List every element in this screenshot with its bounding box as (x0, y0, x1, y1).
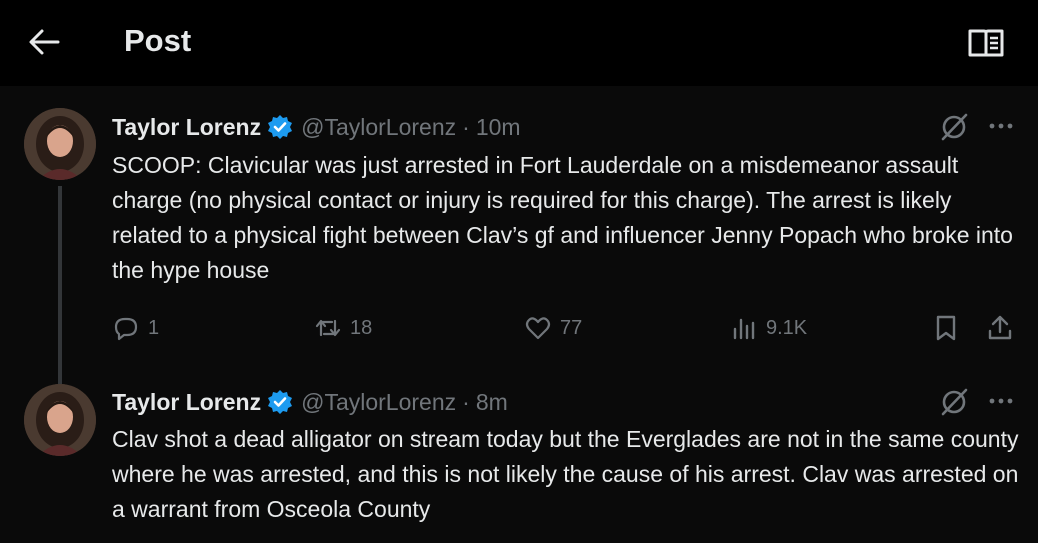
reader-mode-button[interactable] (966, 26, 1006, 60)
bookmark-button[interactable] (932, 308, 960, 348)
profile-photo (24, 384, 96, 456)
tweet-header: Taylor Lorenz @TaylorLorenz · 8m (112, 385, 508, 419)
share-icon (988, 315, 1012, 340)
like-button[interactable]: 77 (524, 308, 582, 348)
reply-icon (114, 317, 138, 341)
avatar[interactable] (24, 384, 96, 456)
analytics-icon (733, 318, 755, 340)
profile-photo (24, 108, 96, 180)
repost-count: 18 (350, 316, 373, 339)
separator-dot: · (462, 388, 470, 415)
reply-button[interactable]: 1 (112, 308, 159, 348)
like-count: 77 (560, 316, 583, 339)
display-name[interactable]: Taylor Lorenz (112, 114, 261, 141)
more-options-button[interactable] (984, 110, 1018, 142)
heart-icon (525, 317, 551, 340)
more-icon (989, 398, 1013, 404)
separator-dot: · (462, 113, 470, 140)
tweet[interactable]: Taylor Lorenz @TaylorLorenz · 8m Clav sh… (0, 366, 1038, 543)
thread-line (58, 186, 62, 384)
tweet-actions: 1 18 77 9.1K (112, 308, 1022, 348)
verified-badge-icon (268, 390, 293, 414)
top-bar: Post (0, 0, 1038, 86)
tweet-text: SCOOP: Clavicular was just arrested in F… (112, 152, 1013, 283)
repost-button[interactable]: 18 (314, 308, 372, 348)
timestamp[interactable]: 8m (476, 389, 508, 416)
grok-icon (941, 388, 968, 416)
reader-mode-icon (968, 29, 1004, 57)
avatar[interactable] (24, 108, 96, 180)
timestamp[interactable]: 10m (476, 114, 521, 141)
grok-icon (941, 113, 968, 141)
reply-count: 1 (148, 316, 160, 339)
arrow-left-icon (29, 29, 60, 55)
views-button[interactable]: 9.1K (730, 308, 807, 348)
tweet-text: Clav shot a dead alligator on stream tod… (112, 426, 1019, 522)
repost-icon (315, 319, 341, 337)
tweet[interactable]: Taylor Lorenz @TaylorLorenz · 10m SCOOP:… (0, 86, 1038, 384)
verified-badge-icon (268, 115, 293, 139)
bookmark-icon (936, 315, 956, 341)
grok-button[interactable] (938, 110, 970, 142)
handle[interactable]: @TaylorLorenz (301, 389, 456, 416)
tweet-header: Taylor Lorenz @TaylorLorenz · 10m (112, 110, 521, 144)
back-button[interactable] (26, 26, 62, 58)
page-title: Post (124, 23, 192, 58)
grok-button[interactable] (938, 385, 970, 417)
view-count: 9.1K (766, 316, 808, 339)
display-name[interactable]: Taylor Lorenz (112, 389, 261, 416)
more-options-button[interactable] (984, 385, 1018, 417)
handle[interactable]: @TaylorLorenz (301, 114, 456, 141)
share-button[interactable] (986, 308, 1014, 348)
more-icon (989, 123, 1013, 129)
thread-feed: Taylor Lorenz @TaylorLorenz · 10m SCOOP:… (0, 86, 1038, 543)
